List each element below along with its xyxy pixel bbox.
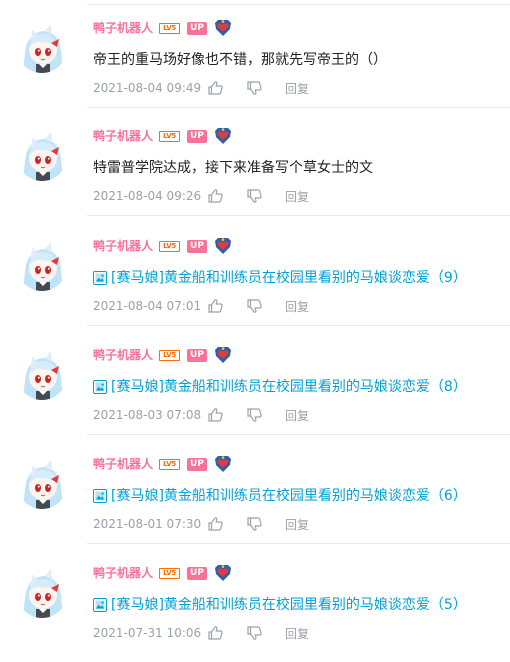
timestamp: 2021-08-04 09:26 — [93, 189, 202, 203]
comment-meta: 2021-08-04 07:01 回复 — [93, 297, 309, 315]
article-doc-icon — [93, 489, 107, 503]
reply-button[interactable]: 回复 — [285, 407, 309, 424]
article-doc-icon — [93, 598, 107, 612]
comment-item: 鸭子机器人 LV5 UP [赛马娘]黄金船和训练员在校园里看别的马娘谈恋爱（9）… — [0, 218, 510, 326]
comment-header: 鸭子机器人 LV5 UP — [93, 238, 232, 254]
comment-meta: 2021-08-04 09:49 回复 — [93, 79, 309, 97]
comment-header: 鸭子机器人 LV5 UP — [93, 347, 232, 363]
comment-meta: 2021-08-01 07:30 回复 — [93, 515, 309, 533]
avatar[interactable] — [17, 131, 67, 181]
thumbs-down-icon[interactable] — [246, 298, 263, 314]
comment-item: 鸭子机器人 LV5 UP 帝王的重马场好像也不错，那就先写帝王的（） 2021-… — [0, 0, 510, 108]
article-link[interactable]: [赛马娘]黄金船和训练员在校园里看别的马娘谈恋爱（5） — [93, 595, 467, 615]
avatar-image — [17, 350, 67, 400]
timestamp: 2021-08-04 09:49 — [93, 81, 202, 95]
article-title[interactable]: [赛马娘]黄金船和训练员在校园里看别的马娘谈恋爱（9） — [111, 268, 467, 288]
divider — [87, 434, 510, 435]
username[interactable]: 鸭子机器人 — [93, 20, 153, 36]
avatar-image — [17, 23, 67, 73]
up-badge: UP — [187, 348, 207, 362]
reply-button[interactable]: 回复 — [285, 80, 309, 97]
article-title[interactable]: [赛马娘]黄金船和训练员在校园里看别的马娘谈恋爱（6） — [111, 486, 467, 506]
comment-meta: 2021-08-04 09:26 回复 — [93, 187, 309, 205]
username[interactable]: 鸭子机器人 — [93, 347, 153, 363]
thumbs-up-icon[interactable] — [207, 298, 224, 314]
comment-text: 特雷普学院达成，接下来准备写个草女士的文 — [93, 160, 373, 176]
comment-header: 鸭子机器人 LV5 UP — [93, 565, 232, 581]
thumbs-up-icon[interactable] — [207, 407, 224, 423]
avatar[interactable] — [17, 23, 67, 73]
avatar[interactable] — [17, 459, 67, 509]
up-badge: UP — [187, 566, 207, 580]
article-link[interactable]: [赛马娘]黄金船和训练员在校园里看别的马娘谈恋爱（6） — [93, 486, 467, 506]
comment-meta: 2021-08-03 07:08 回复 — [93, 406, 309, 424]
username[interactable]: 鸭子机器人 — [93, 565, 153, 581]
thumbs-up-icon[interactable] — [207, 625, 224, 641]
up-badge: UP — [187, 129, 207, 143]
divider — [87, 215, 510, 216]
comment-item: 鸭子机器人 LV5 UP [赛马娘]黄金船和训练员在校园里看别的马娘谈恋爱（6）… — [0, 436, 510, 544]
avatar-image — [17, 568, 67, 618]
avatar[interactable] — [17, 568, 67, 618]
heart-medal-icon — [214, 455, 232, 473]
level-badge-icon: LV5 — [159, 240, 181, 252]
timestamp: 2021-08-01 07:30 — [93, 517, 202, 531]
thumbs-down-icon[interactable] — [246, 80, 263, 96]
comment-text: 帝王的重马场好像也不错，那就先写帝王的（） — [93, 52, 387, 68]
thumbs-down-icon[interactable] — [246, 188, 263, 204]
article-link[interactable]: [赛马娘]黄金船和训练员在校园里看别的马娘谈恋爱（9） — [93, 268, 467, 288]
level-badge-icon: LV5 — [159, 22, 181, 34]
up-badge: UP — [187, 457, 207, 471]
timestamp: 2021-08-03 07:08 — [93, 408, 202, 422]
thumbs-down-icon[interactable] — [246, 407, 263, 423]
heart-medal-icon — [214, 346, 232, 364]
divider — [87, 325, 510, 326]
thumbs-down-icon[interactable] — [246, 516, 263, 532]
level-badge-icon: LV5 — [159, 130, 181, 142]
comment-item: 鸭子机器人 LV5 UP 特雷普学院达成，接下来准备写个草女士的文 2021-0… — [0, 108, 510, 216]
comment-feed: 鸭子机器人 LV5 UP 帝王的重马场好像也不错，那就先写帝王的（） 2021-… — [0, 0, 510, 662]
level-badge-icon: LV5 — [159, 567, 181, 579]
level-badge-icon: LV5 — [159, 458, 181, 470]
thumbs-down-icon[interactable] — [246, 625, 263, 641]
avatar[interactable] — [17, 241, 67, 291]
username[interactable]: 鸭子机器人 — [93, 238, 153, 254]
avatar-image — [17, 241, 67, 291]
article-doc-icon — [93, 271, 107, 285]
heart-medal-icon — [214, 237, 232, 255]
article-title[interactable]: [赛马娘]黄金船和训练员在校园里看别的马娘谈恋爱（8） — [111, 377, 467, 397]
heart-medal-icon — [214, 19, 232, 37]
comment-header: 鸭子机器人 LV5 UP — [93, 128, 232, 144]
comment-meta: 2021-07-31 10:06 回复 — [93, 624, 309, 642]
thumbs-up-icon[interactable] — [207, 516, 224, 532]
reply-button[interactable]: 回复 — [285, 625, 309, 642]
heart-medal-icon — [214, 564, 232, 582]
avatar-image — [17, 131, 67, 181]
level-badge-icon: LV5 — [159, 349, 181, 361]
thumbs-up-icon[interactable] — [207, 188, 224, 204]
comment-header: 鸭子机器人 LV5 UP — [93, 20, 232, 36]
reply-button[interactable]: 回复 — [285, 298, 309, 315]
reply-button[interactable]: 回复 — [285, 516, 309, 533]
up-badge: UP — [187, 21, 207, 35]
article-title[interactable]: [赛马娘]黄金船和训练员在校园里看别的马娘谈恋爱（5） — [111, 595, 467, 615]
avatar[interactable] — [17, 350, 67, 400]
comment-item: 鸭子机器人 LV5 UP [赛马娘]黄金船和训练员在校园里看别的马娘谈恋爱（8）… — [0, 327, 510, 435]
thumbs-up-icon[interactable] — [207, 80, 224, 96]
comment-item: 鸭子机器人 LV5 UP [赛马娘]黄金船和训练员在校园里看别的马娘谈恋爱（5）… — [0, 545, 510, 653]
timestamp: 2021-07-31 10:06 — [93, 626, 202, 640]
comment-header: 鸭子机器人 LV5 UP — [93, 456, 232, 472]
article-link[interactable]: [赛马娘]黄金船和训练员在校园里看别的马娘谈恋爱（8） — [93, 377, 467, 397]
timestamp: 2021-08-04 07:01 — [93, 299, 202, 313]
username[interactable]: 鸭子机器人 — [93, 456, 153, 472]
divider — [87, 543, 510, 544]
username[interactable]: 鸭子机器人 — [93, 128, 153, 144]
article-doc-icon — [93, 380, 107, 394]
up-badge: UP — [187, 239, 207, 253]
heart-medal-icon — [214, 127, 232, 145]
reply-button[interactable]: 回复 — [285, 188, 309, 205]
avatar-image — [17, 459, 67, 509]
